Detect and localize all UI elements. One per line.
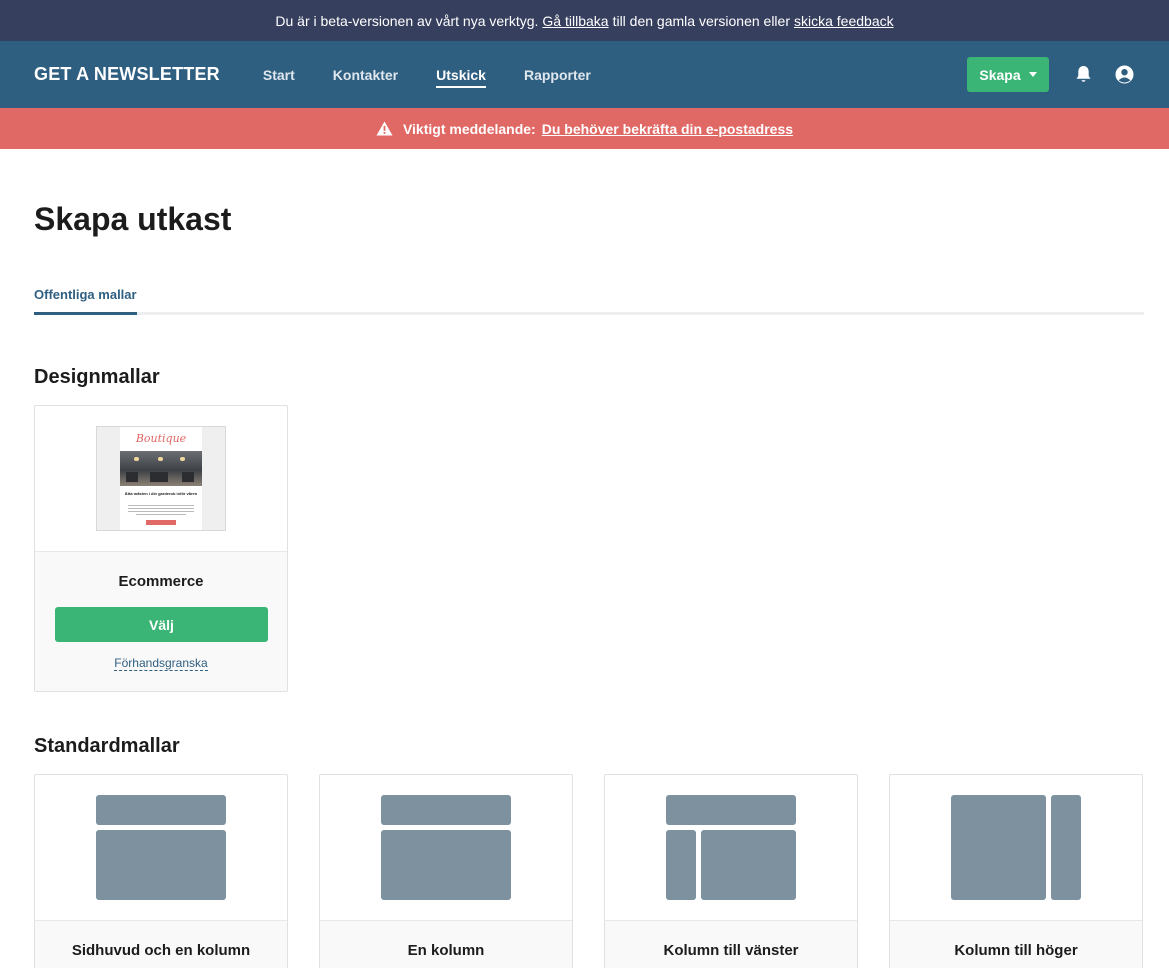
layout-left-column-icon: [666, 795, 796, 900]
template-name: En kolumn: [407, 942, 485, 959]
nav-item-utskick[interactable]: Utskick: [436, 41, 486, 108]
template-thumbnail[interactable]: Boutique Ätta måsten i din garderob infö…: [35, 406, 287, 552]
standard-templates-list: Sidhuvud och en kolumn En kolumn Kolumn …: [34, 774, 1144, 968]
design-templates-list: Boutique Ätta måsten i din garderob infö…: [34, 405, 1144, 692]
main-navigation: GET A NEWSLETTER Start Kontakter Utskick…: [0, 41, 1169, 108]
thumbnail-photo: [120, 451, 202, 486]
nav-item-rapporter[interactable]: Rapporter: [524, 41, 591, 108]
layout-thumbnail[interactable]: [605, 775, 857, 921]
template-card-one-column: En kolumn: [319, 774, 573, 968]
template-name: Kolumn till höger: [954, 942, 1078, 959]
standard-templates-title: Standardmallar: [34, 735, 180, 757]
template-card-body: Sidhuvud och en kolumn: [35, 921, 287, 968]
preview-template-link[interactable]: Förhandsgranska: [114, 656, 208, 671]
template-name: Kolumn till vänster: [663, 942, 799, 959]
template-name: Sidhuvud och en kolumn: [71, 942, 251, 959]
back-to-old-version-link[interactable]: Gå tillbaka: [542, 13, 608, 29]
thumbnail-logo: Boutique: [135, 432, 187, 445]
layout-header-one-column-icon: [96, 795, 226, 900]
brand-logo[interactable]: GET A NEWSLETTER: [34, 64, 220, 85]
warning-icon: [376, 121, 393, 136]
user-circle-icon[interactable]: [1113, 64, 1135, 86]
layout-thumbnail[interactable]: [35, 775, 287, 921]
template-name: Ecommerce: [118, 573, 204, 590]
choose-template-button[interactable]: Välj: [55, 607, 268, 642]
layout-thumbnail[interactable]: [320, 775, 572, 921]
tab-public-templates[interactable]: Offentliga mallar: [34, 279, 137, 315]
layout-one-column-icon: [381, 795, 511, 900]
template-card-ecommerce: Boutique Ätta måsten i din garderob infö…: [34, 405, 288, 692]
main-content: Skapa utkast Offentliga mallar Designmal…: [0, 201, 1169, 968]
notice-label: Viktigt meddelande:: [402, 120, 536, 137]
template-card-right-column: Kolumn till höger: [889, 774, 1143, 968]
nav-item-kontakter[interactable]: Kontakter: [333, 41, 398, 108]
create-button[interactable]: Skapa: [967, 57, 1049, 92]
page-title: Skapa utkast: [34, 201, 232, 237]
important-notice-banner: Viktigt meddelande: Du behöver bekräfta …: [0, 108, 1169, 149]
template-tabs: Offentliga mallar: [34, 279, 1144, 315]
confirm-email-link[interactable]: Du behöver bekräfta din e-postadress: [542, 121, 793, 137]
template-card-left-column: Kolumn till vänster: [604, 774, 858, 968]
beta-banner: Du är i beta-versionen av vårt nya verkt…: [0, 0, 1169, 41]
caret-down-icon: [1028, 72, 1037, 77]
thumbnail-cta: [146, 520, 176, 525]
template-card-header-one-column: Sidhuvud och en kolumn: [34, 774, 288, 968]
nav-actions: Skapa: [967, 57, 1135, 92]
design-templates-title: Designmallar: [34, 366, 160, 388]
email-preview-image: Boutique Ätta måsten i din garderob infö…: [96, 426, 226, 531]
thumbnail-heading: Ätta måsten i din garderob inför våren: [124, 491, 198, 496]
template-card-body: Ecommerce Välj Förhandsgranska: [35, 552, 287, 691]
beta-banner-text: Du är i beta-versionen av vårt nya verkt…: [275, 12, 539, 29]
layout-thumbnail[interactable]: [890, 775, 1142, 921]
nav-item-start[interactable]: Start: [263, 41, 295, 108]
create-button-label: Skapa: [979, 66, 1021, 83]
bell-icon[interactable]: [1072, 64, 1094, 86]
template-card-body: Kolumn till vänster: [605, 921, 857, 968]
send-feedback-link[interactable]: skicka feedback: [794, 13, 894, 29]
beta-banner-text-middle: till den gamla versionen eller: [612, 12, 790, 29]
layout-right-column-icon: [951, 795, 1081, 900]
template-card-body: Kolumn till höger: [890, 921, 1142, 968]
template-card-body: En kolumn: [320, 921, 572, 968]
